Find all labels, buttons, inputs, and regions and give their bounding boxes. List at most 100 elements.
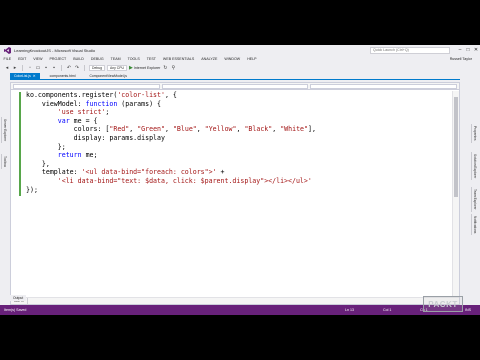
back-icon[interactable]: ◂ bbox=[4, 65, 10, 71]
code-token: ko.components.register( bbox=[26, 91, 118, 99]
code-line[interactable]: '<li data-bind="text: $data, click: $par… bbox=[26, 177, 456, 186]
code-token: colors: [ bbox=[26, 125, 110, 134]
code-token: function bbox=[85, 99, 118, 108]
start-debugging-button[interactable]: ▶ Internet Explorer bbox=[129, 65, 160, 71]
code-token: , bbox=[129, 125, 138, 134]
menu-debug[interactable]: DEBUG bbox=[87, 57, 107, 61]
code-token: me; bbox=[81, 151, 98, 160]
code-token: template: bbox=[26, 168, 82, 177]
notifications-tab[interactable]: Notifications bbox=[471, 214, 478, 236]
properties-tab[interactable]: Properties bbox=[471, 124, 478, 143]
forward-icon[interactable]: ▸ bbox=[12, 65, 18, 71]
status-mode: INS bbox=[465, 308, 471, 312]
open-file-icon[interactable]: ▭ bbox=[35, 65, 41, 71]
code-line[interactable]: viewModel: function (params) { bbox=[26, 100, 456, 109]
menu-window[interactable]: WINDOW bbox=[221, 57, 244, 61]
solution-explorer-tab[interactable]: Solution Explorer bbox=[471, 152, 478, 181]
menu-file[interactable]: FILE bbox=[0, 57, 15, 61]
code-token: "Yellow" bbox=[204, 125, 237, 134]
visual-studio-logo-icon bbox=[3, 46, 11, 54]
team-explorer-tab[interactable]: Team Explorer bbox=[471, 187, 478, 212]
menu-help[interactable]: HELP bbox=[244, 57, 260, 61]
tab-componentviewmodel-js[interactable]: ComponentViewModel.js bbox=[85, 73, 130, 79]
member-dropdown[interactable] bbox=[310, 83, 458, 89]
status-column: Col 1 bbox=[383, 308, 392, 312]
menu-team[interactable]: TEAM bbox=[107, 57, 124, 61]
code-token: "White" bbox=[280, 125, 308, 134]
code-token: + bbox=[216, 168, 225, 177]
type-dropdown[interactable] bbox=[161, 83, 309, 89]
browser-link-icon[interactable]: ⚲ bbox=[170, 65, 176, 71]
menu-project[interactable]: PROJECT bbox=[46, 57, 70, 61]
maximize-icon[interactable]: □ bbox=[464, 47, 472, 53]
code-token: }); bbox=[26, 185, 38, 194]
output-tab[interactable]: Output bbox=[10, 295, 27, 301]
undo-icon[interactable]: ↶ bbox=[66, 65, 72, 71]
code-token: ; bbox=[105, 108, 110, 117]
code-token: , bbox=[272, 125, 281, 134]
title-bar: LearningKnockoutJS - Microsoft Visual St… bbox=[0, 45, 480, 55]
redo-icon[interactable]: ↷ bbox=[74, 65, 80, 71]
code-token: "Green" bbox=[137, 125, 165, 134]
toolbox-tab[interactable]: Toolbox bbox=[1, 154, 8, 169]
refresh-icon[interactable]: ↻ bbox=[162, 65, 168, 71]
code-token: (params) { bbox=[117, 99, 161, 108]
code-editor[interactable]: ko.components.register('color-list', { v… bbox=[10, 82, 460, 305]
code-token: , bbox=[196, 125, 205, 134]
code-line[interactable]: ko.components.register('color-list', { bbox=[26, 91, 456, 100]
menu-view[interactable]: VIEW bbox=[30, 57, 46, 61]
horizontal-scrollbar[interactable]: 100 % bbox=[11, 297, 459, 305]
minimize-icon[interactable]: – bbox=[456, 47, 464, 53]
menu-analyze[interactable]: ANALYZE bbox=[198, 57, 221, 61]
code-line[interactable]: 'use strict'; bbox=[26, 108, 456, 117]
signed-in-user[interactable]: Russell Taylor bbox=[450, 57, 472, 61]
code-token: , bbox=[164, 125, 173, 134]
code-token: "Black" bbox=[244, 125, 273, 134]
visual-studio-window: LearningKnockoutJS - Microsoft Visual St… bbox=[0, 45, 480, 315]
code-line[interactable]: return me; bbox=[26, 151, 456, 160]
code-line[interactable]: }); bbox=[26, 186, 456, 195]
code-token: me = { bbox=[69, 116, 98, 125]
packt-watermark-logo: PACKT bbox=[423, 296, 463, 312]
code-line[interactable]: display: params.display bbox=[26, 134, 456, 143]
video-frame: LearningKnockoutJS - Microsoft Visual St… bbox=[0, 0, 480, 360]
tab-colorlist-js[interactable]: ColorList.js ✕ bbox=[10, 73, 40, 79]
project-dropdown[interactable] bbox=[13, 83, 160, 89]
scroll-thumb[interactable] bbox=[454, 97, 458, 197]
menu-build[interactable]: BUILD bbox=[70, 57, 88, 61]
code-line[interactable]: }; bbox=[26, 143, 456, 152]
close-tab-icon[interactable]: ✕ bbox=[33, 73, 36, 79]
vertical-scrollbar[interactable] bbox=[452, 91, 459, 296]
code-token: , { bbox=[164, 91, 177, 99]
code-line[interactable]: var me = { bbox=[26, 117, 456, 126]
change-tracking-margin bbox=[19, 92, 21, 196]
code-token: '<li data-bind="text: $data, click: $par… bbox=[57, 176, 312, 185]
code-text[interactable]: ko.components.register('color-list', { v… bbox=[26, 91, 456, 194]
code-token: '<ul data-bind="foreach: colors">' bbox=[81, 168, 217, 177]
quick-launch-input[interactable]: Quick Launch (Ctrl+Q) bbox=[370, 46, 450, 54]
server-explorer-tab[interactable]: Server Explorer bbox=[1, 117, 8, 144]
tab-label: ColorList.js bbox=[14, 74, 31, 78]
run-target-label: Internet Explorer bbox=[133, 65, 161, 70]
code-token: display: params.display bbox=[26, 133, 165, 142]
code-token: }, bbox=[26, 159, 50, 168]
code-line[interactable]: }, bbox=[26, 160, 456, 169]
platform-dropdown[interactable]: Any CPU bbox=[107, 64, 127, 71]
menu-test[interactable]: TEST bbox=[143, 57, 159, 61]
code-line[interactable]: template: '<ul data-bind="foreach: color… bbox=[26, 168, 456, 177]
menu-edit[interactable]: EDIT bbox=[15, 57, 30, 61]
menu-web-essentials[interactable]: WEB ESSENTIALS bbox=[159, 57, 197, 61]
menu-tools[interactable]: TOOLS bbox=[124, 57, 143, 61]
tab-label: ComponentViewModel.js bbox=[89, 74, 127, 78]
tab-label: components.html bbox=[49, 74, 76, 78]
close-icon[interactable]: ✕ bbox=[472, 47, 480, 53]
save-icon[interactable]: ▪ bbox=[43, 65, 49, 71]
save-all-icon[interactable]: ▪ bbox=[51, 65, 57, 71]
code-line[interactable]: colors: ["Red", "Green", "Blue", "Yellow… bbox=[26, 125, 456, 134]
code-token: "Red" bbox=[109, 125, 130, 134]
configuration-dropdown[interactable]: Debug bbox=[89, 64, 105, 71]
navigation-bar bbox=[11, 83, 459, 90]
new-project-icon[interactable]: ▫ bbox=[27, 65, 33, 71]
tab-components-html[interactable]: components.html bbox=[46, 73, 80, 79]
